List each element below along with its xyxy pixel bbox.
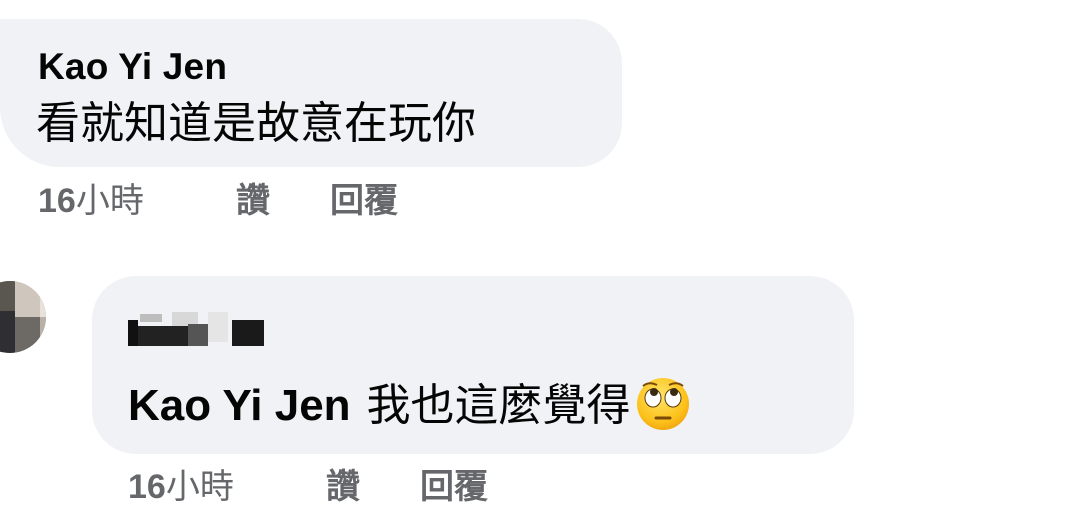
comment-meta: 16小時 讚 回覆 bbox=[128, 467, 488, 507]
timestamp-value: 16 bbox=[128, 468, 166, 506]
timestamp-value: 16 bbox=[38, 182, 76, 220]
comment-text: 看就知道是故意在玩你 bbox=[36, 98, 476, 149]
comment-meta: 16小時 讚 回覆 bbox=[38, 181, 398, 221]
comment-timestamp[interactable]: 16小時 bbox=[128, 467, 234, 507]
like-button[interactable]: 讚 bbox=[326, 470, 360, 504]
comment-timestamp[interactable]: 16小時 bbox=[38, 181, 144, 221]
avatar[interactable] bbox=[0, 281, 66, 353]
reply-button[interactable]: 回覆 bbox=[420, 470, 488, 504]
comment-thread: Kao Yi Jen 看就知道是故意在玩你 16小時 讚 回覆 Kao Yi J… bbox=[0, 0, 1066, 519]
timestamp-unit: 小時 bbox=[75, 181, 144, 221]
comment-body: 我也這麼覺得 bbox=[366, 380, 631, 431]
redacted-author-name bbox=[128, 308, 268, 348]
face-with-rolling-eyes-icon bbox=[635, 376, 691, 432]
mention-link[interactable]: Kao Yi Jen bbox=[128, 381, 351, 430]
timestamp-unit: 小時 bbox=[165, 467, 234, 507]
comment-text: Kao Yi Jen 我也這麼覺得 bbox=[128, 376, 691, 432]
comment-author[interactable]: Kao Yi Jen bbox=[38, 46, 227, 88]
avatar-image bbox=[0, 281, 46, 353]
like-button[interactable]: 讚 bbox=[236, 184, 270, 218]
reply-button[interactable]: 回覆 bbox=[330, 184, 398, 218]
